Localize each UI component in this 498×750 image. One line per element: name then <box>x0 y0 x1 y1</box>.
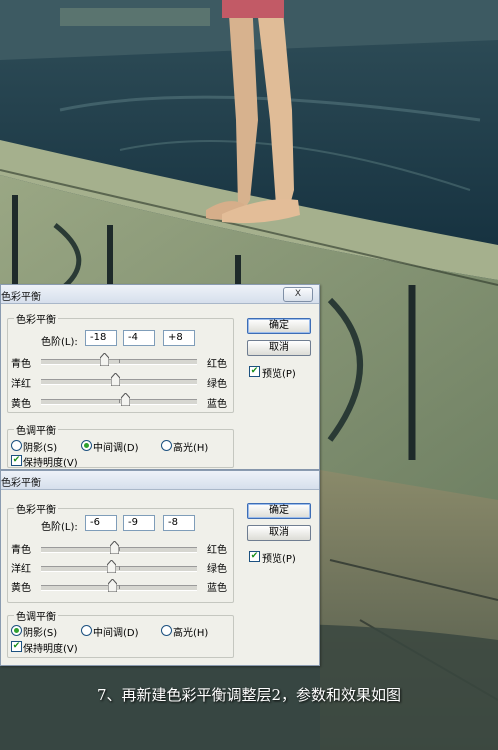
slider-thumb[interactable] <box>100 353 110 366</box>
slider-thumb[interactable] <box>108 579 118 592</box>
cancel-button[interactable]: 取消 <box>247 525 311 541</box>
midtones-radio[interactable] <box>81 625 92 636</box>
slider-left-label: 黄色 <box>11 399 31 410</box>
magenta-green-slider[interactable] <box>41 560 197 573</box>
group-label-tone-balance: 色调平衡 <box>16 612 56 623</box>
yellow-blue-slider[interactable] <box>41 393 197 406</box>
slider-right-label: 蓝色 <box>207 399 227 410</box>
level-cyan-red-input[interactable]: -18 <box>85 330 117 346</box>
highlights-label: 高光(H) <box>173 628 209 639</box>
midtones-label: 中间调(D) <box>93 443 139 454</box>
ok-button[interactable]: 确定 <box>247 318 311 334</box>
dialog-titlebar[interactable]: 色彩平衡 X <box>1 285 319 304</box>
group-label-tone-balance: 色调平衡 <box>16 426 56 437</box>
midtones-label: 中间调(D) <box>93 628 139 639</box>
tutorial-caption: 7、再新建色彩平衡调整层2，参数和效果如图 <box>96 686 402 704</box>
group-label-color-balance: 色彩平衡 <box>16 505 56 516</box>
center-tick <box>119 585 120 589</box>
cancel-button[interactable]: 取消 <box>247 340 311 356</box>
center-tick <box>119 547 120 551</box>
cyan-red-slider[interactable] <box>41 541 197 554</box>
slider-thumb[interactable] <box>107 560 117 573</box>
preview-checkbox[interactable]: ✔ <box>249 366 260 377</box>
magenta-green-slider[interactable] <box>41 373 197 386</box>
slider-right-label: 绿色 <box>207 564 227 575</box>
color-balance-dialog-1: 色彩平衡 X 色彩平衡 色阶(L): -18 -4 +8 青色 红色 洋红 绿色… <box>0 284 320 470</box>
slider-left-label: 青色 <box>11 545 31 556</box>
levels-label: 色阶(L): <box>41 522 78 533</box>
preserve-luminosity-checkbox[interactable]: ✔ <box>11 455 22 466</box>
midtones-radio[interactable] <box>81 440 92 451</box>
shadows-label: 阴影(S) <box>23 443 58 454</box>
slider-right-label: 蓝色 <box>207 583 227 594</box>
preserve-luminosity-label: 保持明度(V) <box>23 458 78 469</box>
preview-label: 预览(P) <box>262 369 296 380</box>
slider-left-label: 青色 <box>11 359 31 370</box>
level-magenta-green-input[interactable]: -4 <box>123 330 155 346</box>
level-yellow-blue-input[interactable]: -8 <box>163 515 195 531</box>
level-yellow-blue-input[interactable]: +8 <box>163 330 195 346</box>
slider-thumb[interactable] <box>109 541 119 554</box>
dialog-title: 色彩平衡 <box>1 478 41 489</box>
slider-thumb[interactable] <box>111 373 121 386</box>
group-label-color-balance: 色彩平衡 <box>16 315 56 326</box>
shadows-radio[interactable] <box>11 625 22 636</box>
yellow-blue-slider[interactable] <box>41 579 197 592</box>
preview-label: 预览(P) <box>262 554 296 565</box>
cyan-red-slider[interactable] <box>41 353 197 366</box>
slider-left-label: 洋红 <box>11 564 31 575</box>
slider-left-label: 洋红 <box>11 379 31 390</box>
slider-right-label: 红色 <box>207 545 227 556</box>
level-magenta-green-input[interactable]: -9 <box>123 515 155 531</box>
slider-right-label: 绿色 <box>207 379 227 390</box>
preserve-luminosity-checkbox[interactable]: ✔ <box>11 641 22 652</box>
highlights-label: 高光(H) <box>173 443 209 454</box>
center-tick <box>119 566 120 570</box>
level-cyan-red-input[interactable]: -6 <box>85 515 117 531</box>
close-button[interactable]: X <box>283 287 313 302</box>
shadows-radio[interactable] <box>11 440 22 451</box>
dialog-title: 色彩平衡 <box>1 292 41 303</box>
highlights-radio[interactable] <box>161 440 172 451</box>
slider-thumb[interactable] <box>120 393 130 406</box>
levels-label: 色阶(L): <box>41 337 78 348</box>
highlights-radio[interactable] <box>161 625 172 636</box>
dialog-titlebar[interactable]: 色彩平衡 <box>1 471 319 490</box>
ok-button[interactable]: 确定 <box>247 503 311 519</box>
preserve-luminosity-label: 保持明度(V) <box>23 644 78 655</box>
shadows-label: 阴影(S) <box>23 628 58 639</box>
center-tick <box>119 359 120 363</box>
color-balance-dialog-2: 色彩平衡 色彩平衡 色阶(L): -6 -9 -8 青色 红色 洋红 绿色 黄色… <box>0 470 320 666</box>
preview-checkbox[interactable]: ✔ <box>249 551 260 562</box>
slider-left-label: 黄色 <box>11 583 31 594</box>
slider-right-label: 红色 <box>207 359 227 370</box>
